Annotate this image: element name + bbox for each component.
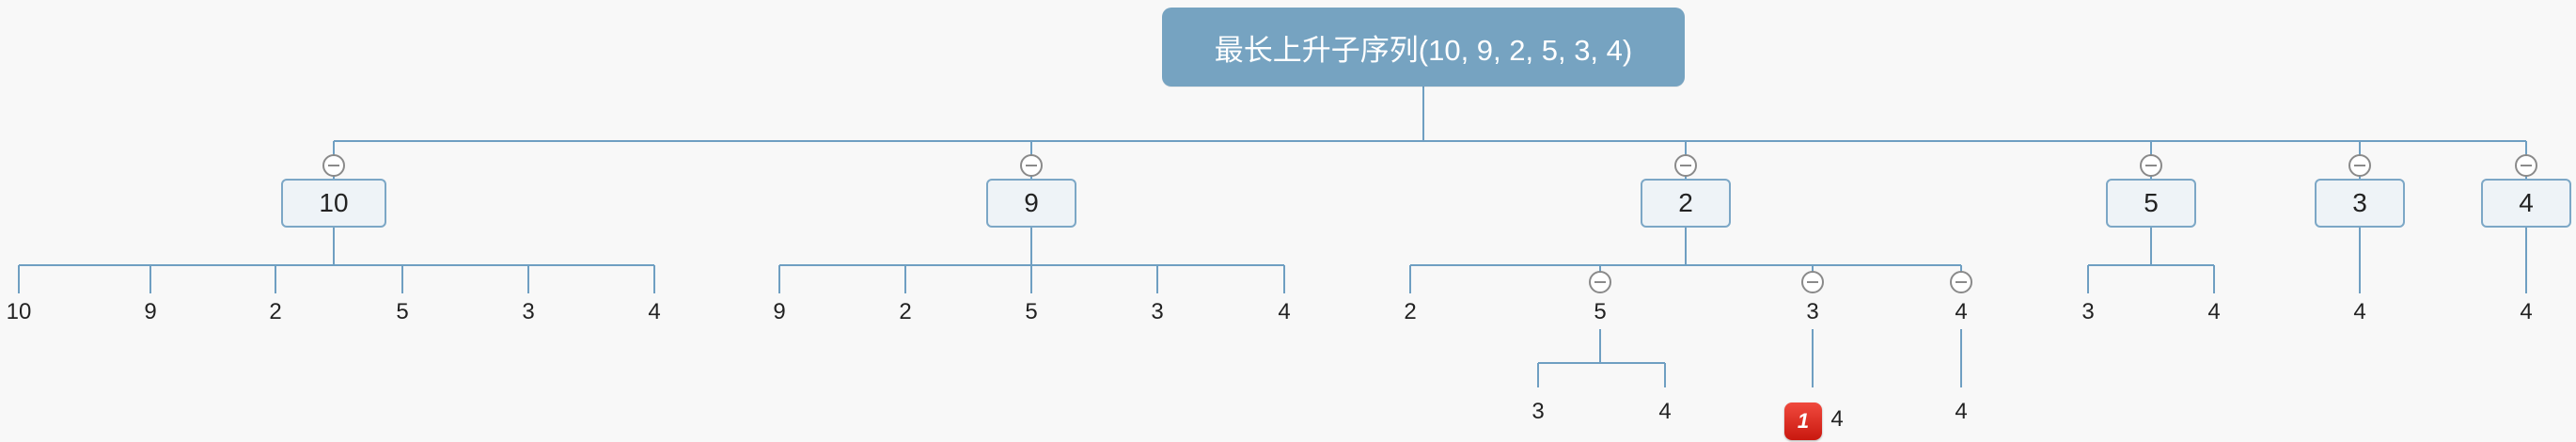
collapse-toggle-icon[interactable] [1674,154,1697,177]
branch-topic-2[interactable]: 2 [1641,179,1731,228]
branch-topic-9[interactable]: 9 [986,179,1076,228]
leaf-topic[interactable]: 9 [751,299,808,325]
leaf-topic[interactable]: 4 [626,299,683,325]
branch-topic-label: 5 [2144,188,2159,217]
branch-topic-label: 9 [1024,188,1039,217]
collapse-toggle-icon[interactable] [2348,154,2371,177]
branch-topic-3[interactable]: 3 [2315,179,2405,228]
leaf-topic[interactable]: 5 [374,299,431,325]
collapse-toggle-icon[interactable] [1801,271,1824,293]
collapse-toggle-icon[interactable] [2515,154,2537,177]
leaf-topic[interactable]: 3 [500,299,557,325]
leaf-topic[interactable]: 4 [1933,299,1989,325]
branch-topic-label: 10 [319,188,349,217]
collapse-toggle-icon[interactable] [2140,154,2162,177]
branch-topic-4[interactable]: 4 [2481,179,2571,228]
leaf-topic[interactable]: 2 [877,299,934,325]
leaf-topic[interactable]: 3 [2060,299,2116,325]
leaf-topic[interactable]: 3 [1784,299,1841,325]
sub-leaf-topic[interactable]: 4 [1809,406,1865,433]
leaf-topic[interactable]: 3 [1129,299,1186,325]
branch-topic-label: 2 [1678,188,1693,217]
branch-topic-label: 3 [2352,188,2367,217]
leaf-topic[interactable]: 4 [2332,299,2388,325]
collapse-toggle-icon[interactable] [1020,154,1043,177]
root-topic-label: 最长上升子序列(10, 9, 2, 5, 3, 4) [1214,33,1633,67]
leaf-topic[interactable]: 4 [1256,299,1312,325]
sub-leaf-topic[interactable]: 4 [1637,399,1693,425]
leaf-topic[interactable]: 2 [247,299,304,325]
leaf-topic[interactable]: 4 [2186,299,2242,325]
marker-badge-text: 1 [1797,409,1810,433]
root-topic[interactable]: 最长上升子序列(10, 9, 2, 5, 3, 4) [1162,8,1685,87]
leaf-topic[interactable]: 9 [122,299,179,325]
collapse-toggle-icon[interactable] [1950,271,1972,293]
leaf-topic[interactable]: 4 [2498,299,2554,325]
leaf-topic[interactable]: 10 [0,299,47,325]
sub-leaf-topic[interactable]: 3 [1510,399,1566,425]
leaf-topic[interactable]: 5 [1572,299,1628,325]
branch-topic-10[interactable]: 10 [281,179,386,228]
sub-leaf-topic[interactable]: 4 [1933,399,1989,425]
leaf-topic[interactable]: 2 [1382,299,1438,325]
collapse-toggle-icon[interactable] [322,154,345,177]
leaf-topic[interactable]: 5 [1003,299,1060,325]
mind-map-canvas: 最长上升子序列(10, 9, 2, 5, 3, 4) 10 9 2 5 3 4 … [0,0,2576,442]
branch-topic-5[interactable]: 5 [2106,179,2196,228]
collapse-toggle-icon[interactable] [1589,271,1611,293]
branch-topic-label: 4 [2519,188,2534,217]
